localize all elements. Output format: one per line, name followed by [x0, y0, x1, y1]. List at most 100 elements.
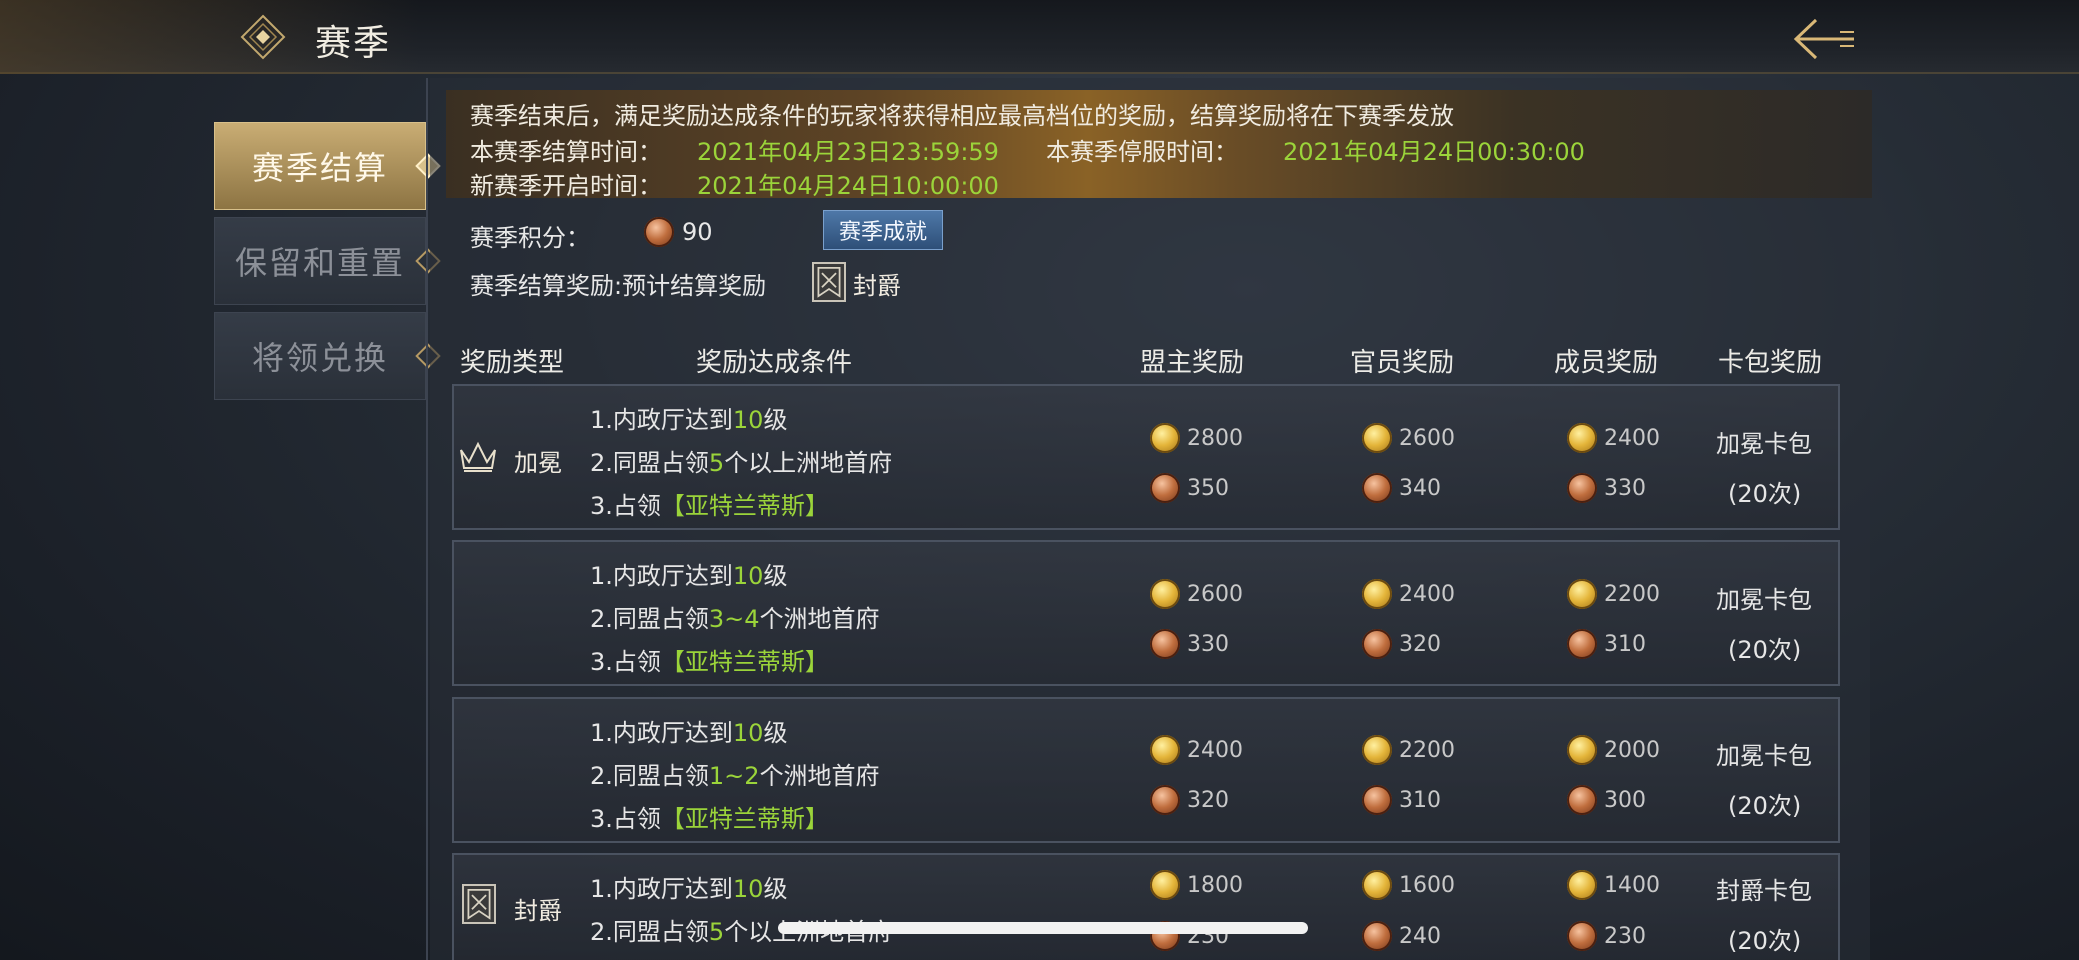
leader-bronze: 350	[1187, 476, 1229, 501]
reward-type-label: 加冕	[514, 449, 562, 477]
sidebar-item-keep-reset[interactable]: 保留和重置	[214, 217, 441, 305]
condition-line-3: 3.占领【亚特兰蒂斯】	[590, 492, 829, 520]
bronze-coin-icon	[1150, 785, 1180, 815]
member-bronze: 230	[1604, 924, 1646, 949]
card-pack-name: 加冕卡包	[1716, 742, 1812, 770]
card-pack-count: (20次)	[1728, 480, 1802, 508]
banner-flag-icon	[462, 884, 496, 924]
leader-gold: 1800	[1187, 873, 1243, 898]
col-header-leader: 盟主奖励	[1140, 348, 1245, 378]
gold-coin-icon	[1150, 579, 1180, 609]
season-achievement-button[interactable]: 赛季成就	[823, 210, 943, 250]
stop-time-label: 本赛季停服时间：	[1046, 138, 1238, 166]
gold-coin-icon	[1362, 735, 1392, 765]
bronze-coin-icon	[1567, 629, 1597, 659]
card-pack-name: 封爵卡包	[1716, 877, 1812, 905]
condition-line-3: 3.占领【亚特兰蒂斯】	[590, 805, 829, 833]
bronze-coin-icon	[1150, 473, 1180, 503]
season-notice: 赛季结束后，满足奖励达成条件的玩家将获得相应最高档位的奖励，结算奖励将在下赛季发…	[470, 102, 1454, 130]
officer-bronze: 240	[1399, 924, 1441, 949]
gold-coin-icon	[1362, 870, 1392, 900]
condition-line-1: 1.内政厅达到10级	[590, 719, 788, 747]
gold-coin-icon	[1150, 735, 1180, 765]
member-gold: 2000	[1604, 738, 1660, 763]
member-bronze: 300	[1604, 788, 1646, 813]
col-header-condition: 奖励达成条件	[696, 348, 853, 378]
member-gold: 2200	[1604, 582, 1660, 607]
condition-line-1: 1.内政厅达到10级	[590, 406, 788, 434]
bronze-coin-icon	[1567, 473, 1597, 503]
sidebar-item-label: 将领兑换	[251, 339, 388, 377]
gold-coin-icon	[1567, 735, 1597, 765]
home-indicator-bar[interactable]	[778, 922, 1308, 934]
season-score-value: 90	[682, 218, 713, 246]
member-bronze: 310	[1604, 632, 1646, 657]
condition-line-3: 3.占领【亚特兰蒂斯】	[590, 648, 829, 676]
officer-gold: 2400	[1399, 582, 1455, 607]
card-pack-name: 加冕卡包	[1716, 586, 1812, 614]
sidebar-item-season-settlement[interactable]: 赛季结算	[214, 122, 441, 210]
col-header-pack: 卡包奖励	[1718, 348, 1823, 378]
col-header-type: 奖励类型	[460, 348, 565, 378]
card-pack-name: 加冕卡包	[1716, 430, 1812, 458]
expected-rank: 封爵	[853, 272, 901, 300]
banner-flag-icon	[812, 262, 846, 302]
officer-bronze: 340	[1399, 476, 1441, 501]
gold-coin-icon	[1362, 579, 1392, 609]
gold-coin-icon	[1150, 870, 1180, 900]
officer-bronze: 320	[1399, 632, 1441, 657]
settle-time-label: 本赛季结算时间：	[470, 138, 662, 166]
officer-gold: 2600	[1399, 426, 1455, 451]
bronze-coin-icon	[644, 217, 674, 247]
leader-gold: 2600	[1187, 582, 1243, 607]
bronze-coin-icon	[1150, 629, 1180, 659]
bronze-coin-icon	[1362, 921, 1392, 951]
leader-bronze: 320	[1187, 788, 1229, 813]
page-title: 赛季	[315, 23, 392, 64]
condition-line-2: 2.同盟占领5个以上洲地首府	[590, 449, 893, 477]
diamond-emblem-icon	[240, 14, 286, 60]
sidebar-item-label: 赛季结算	[251, 149, 388, 187]
season-score-label: 赛季积分：	[470, 224, 590, 252]
settle-time-value: 2021年04月23日23:59:59	[697, 138, 999, 166]
leader-gold: 2400	[1187, 738, 1243, 763]
sidebar-divider	[426, 78, 428, 960]
card-pack-count: (20次)	[1728, 792, 1802, 820]
stop-time-value: 2021年04月24日00:30:00	[1283, 138, 1585, 166]
gold-coin-icon	[1362, 423, 1392, 453]
member-gold: 1400	[1604, 873, 1660, 898]
officer-bronze: 310	[1399, 788, 1441, 813]
reward-type-label: 封爵	[514, 897, 562, 925]
condition-line-2: 2.同盟占领3~4个洲地首府	[590, 605, 880, 633]
member-gold: 2400	[1604, 426, 1660, 451]
condition-line-1: 1.内政厅达到10级	[590, 875, 788, 903]
card-pack-count: (20次)	[1728, 927, 1802, 955]
gold-coin-icon	[1150, 423, 1180, 453]
card-pack-count: (20次)	[1728, 636, 1802, 664]
gold-coin-icon	[1567, 423, 1597, 453]
col-header-member: 成员奖励	[1554, 348, 1659, 378]
crown-icon	[460, 441, 496, 472]
sidebar-item-general-exchange[interactable]: 将领兑换	[214, 312, 441, 400]
new-season-label: 新赛季开启时间：	[470, 172, 662, 200]
bronze-coin-icon	[1567, 785, 1597, 815]
condition-line-1: 1.内政厅达到10级	[590, 562, 788, 590]
member-bronze: 330	[1604, 476, 1646, 501]
sidebar-item-label: 保留和重置	[234, 244, 405, 282]
settlement-reward-label: 赛季结算奖励:预计结算奖励	[470, 272, 767, 300]
leader-bronze: 330	[1187, 632, 1229, 657]
bronze-coin-icon	[1567, 921, 1597, 951]
new-season-value: 2021年04月24日10:00:00	[697, 172, 999, 200]
gold-coin-icon	[1567, 870, 1597, 900]
col-header-officer: 官员奖励	[1350, 348, 1455, 378]
back-arrow-icon[interactable]	[1788, 16, 1858, 62]
officer-gold: 2200	[1399, 738, 1455, 763]
bronze-coin-icon	[1362, 629, 1392, 659]
condition-line-2: 2.同盟占领1~2个洲地首府	[590, 762, 880, 790]
bronze-coin-icon	[1362, 785, 1392, 815]
leader-gold: 2800	[1187, 426, 1243, 451]
top-bar: 赛季	[0, 0, 2079, 74]
officer-gold: 1600	[1399, 873, 1455, 898]
bronze-coin-icon	[1362, 473, 1392, 503]
gold-coin-icon	[1567, 579, 1597, 609]
